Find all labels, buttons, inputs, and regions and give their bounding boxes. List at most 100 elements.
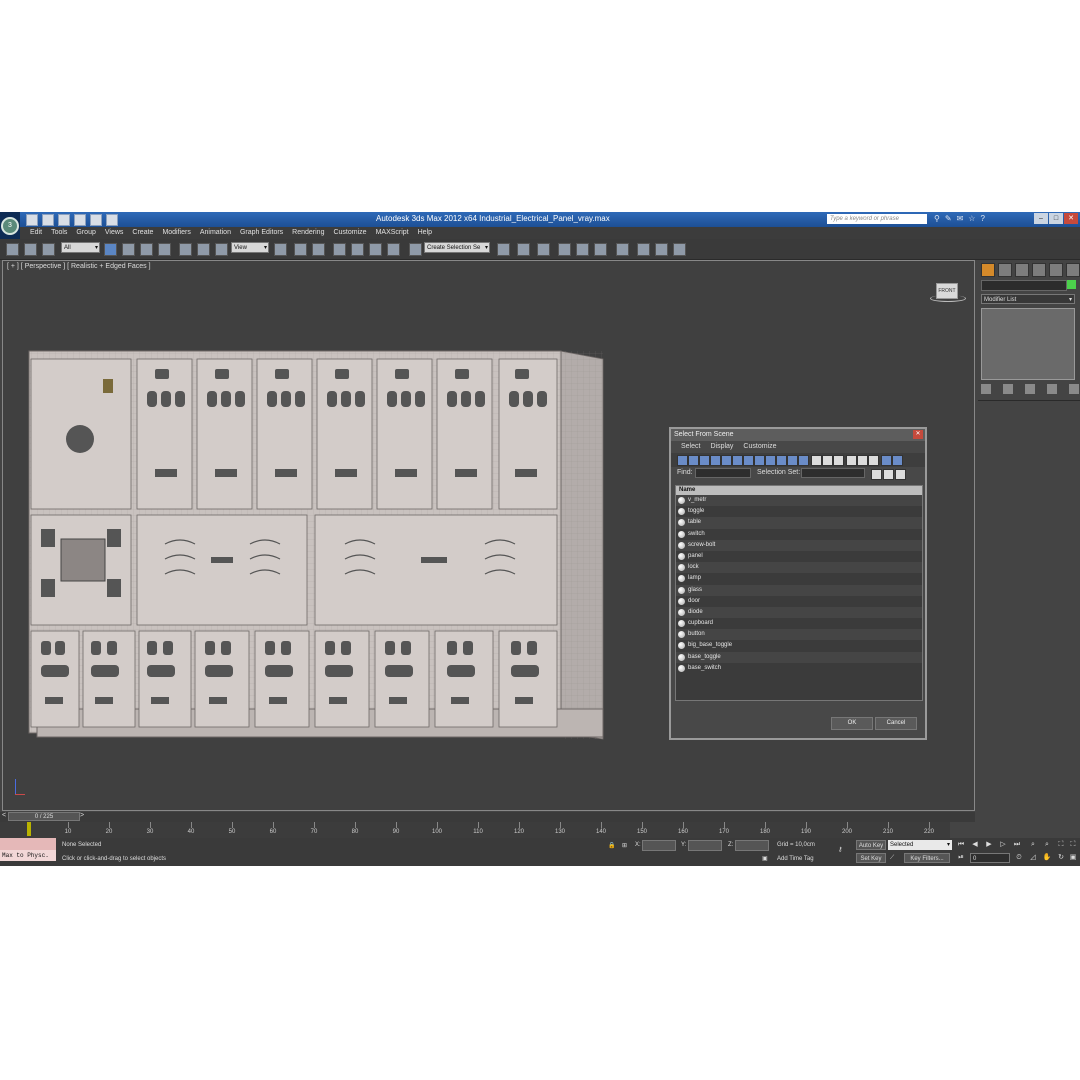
zoom-all-icon[interactable]: ⌕ — [1042, 840, 1052, 850]
maximize-icon[interactable]: □ — [1049, 213, 1063, 224]
dialog-menu-display[interactable]: Display — [710, 441, 733, 453]
display-all-icon[interactable] — [811, 455, 822, 466]
selection-set-edit-icon[interactable] — [871, 469, 882, 480]
set-key-icon[interactable]: ⟋ — [890, 855, 894, 862]
select-by-name-icon[interactable] — [122, 243, 135, 256]
display-groups-icon[interactable] — [743, 455, 754, 466]
selection-set-add-icon[interactable] — [883, 469, 894, 480]
key-mode-toggle-icon[interactable]: ⏯ — [956, 853, 966, 863]
scale-icon[interactable] — [215, 243, 228, 256]
app-logo-button[interactable]: 3 — [0, 212, 20, 239]
auto-key-button[interactable]: Auto Key — [856, 840, 886, 850]
redo-icon[interactable] — [90, 214, 102, 226]
list-item[interactable]: base_switch — [676, 663, 922, 674]
maximize-viewport-icon[interactable]: ▣ — [1068, 853, 1078, 863]
spinner-snap-icon[interactable] — [387, 243, 400, 256]
viewcube[interactable]: FRONT — [930, 283, 966, 303]
utilities-tab-icon[interactable] — [1066, 263, 1080, 277]
display-bones-icon[interactable] — [765, 455, 776, 466]
list-item[interactable]: panel — [676, 551, 922, 562]
selection-set-dropdown[interactable] — [801, 468, 865, 478]
selection-set-remove-icon[interactable] — [895, 469, 906, 480]
rendered-frame-window-icon[interactable] — [655, 243, 668, 256]
list-item[interactable]: cupboard — [676, 618, 922, 629]
selection-filter-dropdown[interactable]: All — [61, 242, 100, 254]
time-slider-left-arrow-icon[interactable]: < — [2, 812, 6, 819]
render-production-icon[interactable] — [673, 243, 686, 256]
time-tag-icon[interactable]: ▣ — [762, 855, 768, 862]
current-frame-field[interactable]: 0 — [970, 853, 1010, 863]
field-of-view-icon[interactable]: ◿ — [1028, 853, 1038, 863]
go-to-start-icon[interactable]: ⏮ — [956, 840, 966, 850]
reference-coord-dropdown[interactable]: View — [231, 242, 269, 254]
list-item[interactable]: lamp — [676, 573, 922, 584]
menu-help[interactable]: Help — [418, 227, 432, 239]
absolute-mode-icon[interactable]: ⊞ — [622, 842, 627, 849]
angle-snap-icon[interactable] — [351, 243, 364, 256]
dialog-close-icon[interactable]: ✕ — [913, 430, 923, 439]
make-unique-icon[interactable] — [1025, 384, 1035, 394]
maxscript-mini-listener[interactable]: Max to Physc. — [0, 850, 56, 861]
go-to-end-icon[interactable]: ⏭ — [1012, 840, 1022, 850]
time-slider-right-arrow-icon[interactable]: > — [80, 812, 84, 819]
list-item[interactable]: screw-bolt — [676, 539, 922, 551]
undo-icon[interactable] — [74, 214, 86, 226]
list-item[interactable]: big_base_toggle — [676, 640, 922, 651]
menu-group[interactable]: Group — [76, 227, 95, 239]
list-item[interactable]: button — [676, 629, 922, 641]
set-key-button[interactable]: Set Key — [856, 853, 886, 863]
list-item[interactable]: toggle — [676, 506, 922, 517]
open-file-icon[interactable] — [42, 214, 54, 226]
menu-modifiers[interactable]: Modifiers — [162, 227, 190, 239]
select-manipulate-icon[interactable] — [294, 243, 307, 256]
name-column-header[interactable]: Name — [676, 486, 922, 495]
create-tab-icon[interactable] — [981, 263, 995, 277]
next-frame-icon[interactable]: ▷ — [998, 840, 1008, 850]
menu-animation[interactable]: Animation — [200, 227, 231, 239]
layer-manager-icon[interactable] — [537, 243, 550, 256]
lock-selection-icon[interactable]: 🔒 — [608, 842, 615, 849]
list-item[interactable]: lock — [676, 562, 922, 574]
edit-named-selection-icon[interactable] — [409, 243, 422, 256]
display-containers-icon[interactable] — [776, 455, 787, 466]
select-invert-icon[interactable] — [868, 455, 879, 466]
menu-customize[interactable]: Customize — [333, 227, 366, 239]
dialog-menu-customize[interactable]: Customize — [743, 441, 776, 453]
search-input[interactable]: Type a keyword or phrase — [827, 214, 927, 224]
subscription-icon[interactable]: ✎ — [945, 214, 952, 223]
menu-rendering[interactable]: Rendering — [292, 227, 324, 239]
viewcube-ring[interactable] — [930, 295, 966, 302]
y-coordinate-field[interactable] — [688, 840, 722, 851]
display-shapes-icon[interactable] — [688, 455, 699, 466]
previous-frame-icon[interactable]: ◀ — [970, 840, 980, 850]
zoom-icon[interactable]: ⌕ — [1028, 840, 1038, 850]
modifier-stack[interactable] — [981, 308, 1075, 380]
find-input[interactable] — [695, 468, 751, 478]
time-configuration-icon[interactable]: ⏲ — [1014, 853, 1024, 863]
cancel-button[interactable]: Cancel — [875, 717, 917, 730]
keyboard-shortcut-icon[interactable] — [312, 243, 325, 256]
list-item[interactable]: table — [676, 517, 922, 529]
display-xrefs-icon[interactable] — [754, 455, 765, 466]
orbit-icon[interactable]: ↻ — [1056, 853, 1066, 863]
move-icon[interactable] — [179, 243, 192, 256]
configure-modifier-sets-icon[interactable] — [1069, 384, 1079, 394]
perspective-viewport[interactable]: [ + ] [ Perspective ] [ Realistic + Edge… — [2, 260, 975, 811]
unlink-icon[interactable] — [24, 243, 37, 256]
save-file-icon[interactable] — [58, 214, 70, 226]
play-icon[interactable]: ▶ — [984, 840, 994, 850]
menu-tools[interactable]: Tools — [51, 227, 67, 239]
modify-tab-icon[interactable] — [998, 263, 1012, 277]
named-selection-dropdown[interactable]: Create Selection Se — [424, 242, 490, 254]
display-invert-icon[interactable] — [833, 455, 844, 466]
menu-views[interactable]: Views — [105, 227, 124, 239]
time-slider-thumb[interactable]: 0 / 225 — [8, 812, 80, 821]
display-spacewarps-icon[interactable] — [732, 455, 743, 466]
menu-graph-editors[interactable]: Graph Editors — [240, 227, 283, 239]
close-icon[interactable]: ✕ — [1064, 213, 1078, 224]
minimize-icon[interactable]: – — [1034, 213, 1048, 224]
ok-button[interactable]: OK — [831, 717, 873, 730]
current-frame-marker[interactable] — [27, 822, 31, 836]
schematic-view-icon[interactable] — [594, 243, 607, 256]
list-item[interactable]: v_metr — [676, 495, 922, 507]
